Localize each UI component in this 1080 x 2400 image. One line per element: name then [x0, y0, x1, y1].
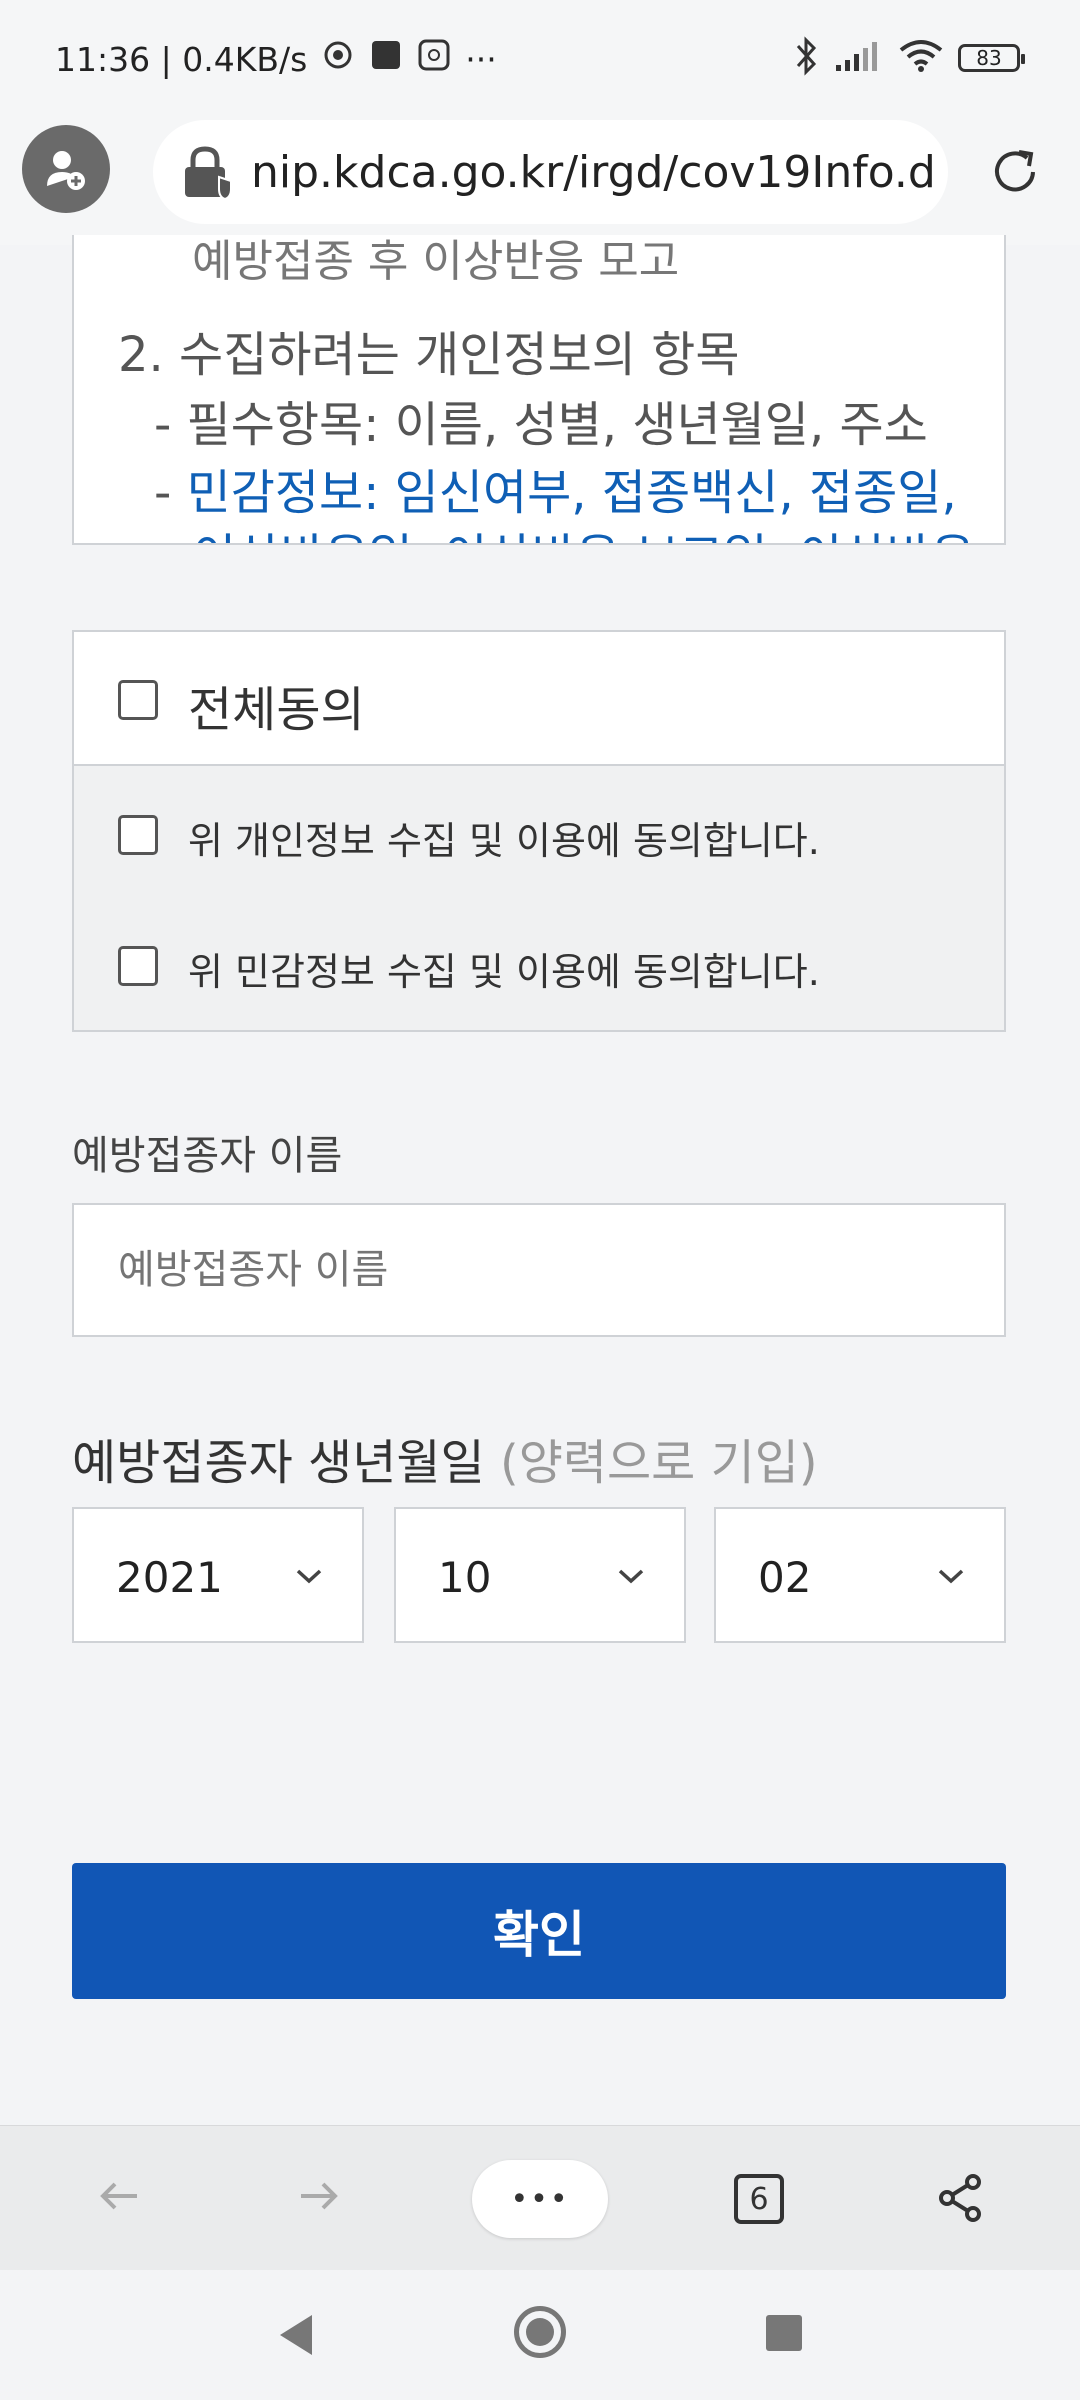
- dob-hint: (양력으로 기입): [499, 1435, 818, 1491]
- status-left: 11:36 | 0.4KB/s ···: [55, 38, 497, 80]
- month-value: 10: [438, 1553, 492, 1602]
- info-sensitive-items: - 민감정보: 임신여부, 접종백신, 접종일,: [154, 453, 957, 523]
- info-sensitive-cut: 이상반응일, 이상반응 보고일, 이상반응: [192, 517, 975, 543]
- menu-dots-icon: •••: [510, 2181, 570, 2217]
- consent-box: 전체동의 위 개인정보 수집 및 이용에 동의합니다. 위 민감정보 수집 및 …: [72, 630, 1006, 1032]
- wifi-icon: [898, 38, 944, 78]
- confirm-button[interactable]: 확인: [72, 1863, 1006, 1999]
- settings-icon: [321, 38, 355, 80]
- chevron-down-icon: [938, 1569, 964, 1584]
- consent-sensitive-checkbox[interactable]: [118, 946, 158, 986]
- page-content: 예방접종 후 이상반응 모고 2. 수집하려는 개인정보의 항목 - 필수항목:…: [0, 235, 1080, 2125]
- status-right: 83: [792, 36, 1025, 80]
- name-input[interactable]: [72, 1203, 1006, 1337]
- dob-field-label: 예방접종자 생년월일 (양력으로 기입): [72, 1423, 818, 1493]
- system-navigation-bar: [0, 2270, 1080, 2400]
- profile-avatar[interactable]: [22, 125, 110, 213]
- signal-icon: [834, 39, 884, 77]
- more-notifications-icon: ···: [465, 39, 497, 79]
- chevron-down-icon: [618, 1569, 644, 1584]
- secure-lock-icon[interactable]: [179, 143, 237, 201]
- reload-icon[interactable]: [985, 142, 1045, 202]
- consent-personal-label[interactable]: 위 개인정보 수집 및 이용에 동의합니다.: [188, 810, 820, 865]
- share-icon[interactable]: [935, 2172, 987, 2228]
- consent-all-checkbox[interactable]: [118, 680, 158, 720]
- bluetooth-icon: [792, 36, 820, 80]
- consent-all-row[interactable]: 전체동의: [74, 632, 1004, 766]
- chevron-down-icon: [296, 1569, 322, 1584]
- system-back-icon[interactable]: [276, 2313, 316, 2361]
- network-speed: 0.4KB/s: [182, 39, 308, 79]
- day-select[interactable]: 02: [714, 1507, 1006, 1643]
- dob-label-text: 예방접종자 생년월일: [72, 1435, 485, 1491]
- privacy-info-box[interactable]: 예방접종 후 이상반응 모고 2. 수집하려는 개인정보의 항목 - 필수항목:…: [72, 235, 1006, 545]
- name-field-label: 예방접종자 이름: [72, 1133, 343, 1179]
- incognito-profile-icon: [47, 151, 85, 190]
- system-recents-icon[interactable]: [766, 2315, 802, 2351]
- info-cut-line: 예방접종 후 이상반응 모고: [192, 236, 680, 287]
- status-bar: 11:36 | 0.4KB/s ··· 83: [0, 0, 1080, 120]
- info-section-title: 2. 수집하려는 개인정보의 항목: [118, 327, 740, 383]
- browser-address-area: nip.kdca.go.kr/irgd/cov19Info.d: [0, 120, 1080, 246]
- forward-arrow-icon[interactable]: [295, 2172, 343, 2224]
- system-home-icon[interactable]: [514, 2306, 566, 2358]
- app-icon: [369, 38, 403, 80]
- back-arrow-icon[interactable]: [95, 2172, 143, 2224]
- market-icon: [417, 38, 451, 80]
- month-select[interactable]: 10: [394, 1507, 686, 1643]
- consent-all-label[interactable]: 전체동의: [188, 670, 365, 740]
- info-required-items: - 필수항목: 이름, 성별, 생년월일, 주소: [154, 397, 928, 453]
- tabs-button[interactable]: 6: [734, 2174, 784, 2224]
- browser-toolbar: ••• 6: [0, 2125, 1080, 2271]
- year-select[interactable]: 2021: [72, 1507, 364, 1643]
- battery-icon: 83: [958, 44, 1025, 72]
- url-bar[interactable]: nip.kdca.go.kr/irgd/cov19Info.d: [153, 120, 948, 224]
- info-sensitive-text: 민감정보: 임신여부, 접종백신, 접종일,: [186, 465, 957, 521]
- url-text[interactable]: nip.kdca.go.kr/irgd/cov19Info.d: [251, 147, 936, 198]
- day-value: 02: [758, 1553, 812, 1602]
- menu-button[interactable]: •••: [472, 2160, 608, 2238]
- year-value: 2021: [116, 1553, 223, 1602]
- info-sensitive-dash: -: [154, 465, 187, 521]
- status-time: 11:36: [55, 39, 151, 79]
- consent-personal-checkbox[interactable]: [118, 815, 158, 855]
- consent-sensitive-label[interactable]: 위 민감정보 수집 및 이용에 동의합니다.: [188, 941, 820, 996]
